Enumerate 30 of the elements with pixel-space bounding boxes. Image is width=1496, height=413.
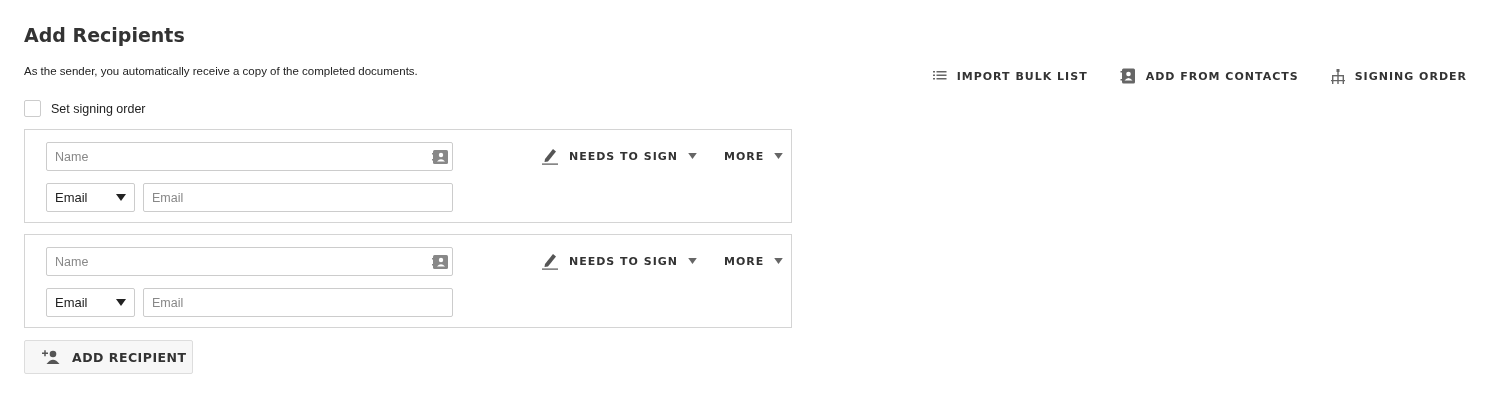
- pen-icon: [541, 147, 559, 165]
- caret-icon: [688, 258, 698, 264]
- toolbar-button[interactable]: ADD FROM CONTACTS: [1119, 68, 1299, 84]
- email-field[interactable]: Email: [143, 183, 453, 212]
- toolbar-button[interactable]: IMPORT BULK LIST: [932, 68, 1088, 84]
- delivery-dropdown[interactable]: Email: [46, 288, 135, 317]
- subtitle: As the sender, you automatically receive a copy of the completed documents.: [24, 65, 418, 77]
- contact-book-icon: [1119, 68, 1136, 84]
- caret-icon: [116, 194, 126, 201]
- checkbox[interactable]: [24, 100, 41, 117]
- checkbox-label: Set signing order: [51, 101, 146, 116]
- page-title: Add Recipients: [24, 24, 186, 46]
- caret-icon: [688, 153, 698, 159]
- more-dropdown[interactable]: MORE: [724, 146, 784, 166]
- caret-icon: [774, 153, 784, 159]
- name-field[interactable]: Name: [46, 142, 453, 171]
- caret-icon: [116, 299, 126, 306]
- role-dropdown[interactable]: NEEDS TO SIGN: [541, 251, 698, 271]
- toolbar-button[interactable]: SIGNING ORDER: [1330, 68, 1467, 84]
- more-dropdown[interactable]: MORE: [724, 251, 784, 271]
- list-icon: [932, 70, 947, 82]
- add-person-icon: [42, 350, 60, 364]
- role-dropdown[interactable]: NEEDS TO SIGN: [541, 146, 698, 166]
- email-field[interactable]: Email: [143, 288, 453, 317]
- caret-icon: [774, 258, 784, 264]
- hierarchy-icon: [1330, 68, 1345, 84]
- add-recipient-button[interactable]: ADD RECIPIENT: [24, 340, 193, 374]
- delivery-dropdown[interactable]: Email: [46, 183, 135, 212]
- name-field[interactable]: Name: [46, 247, 453, 276]
- pen-icon: [541, 252, 559, 270]
